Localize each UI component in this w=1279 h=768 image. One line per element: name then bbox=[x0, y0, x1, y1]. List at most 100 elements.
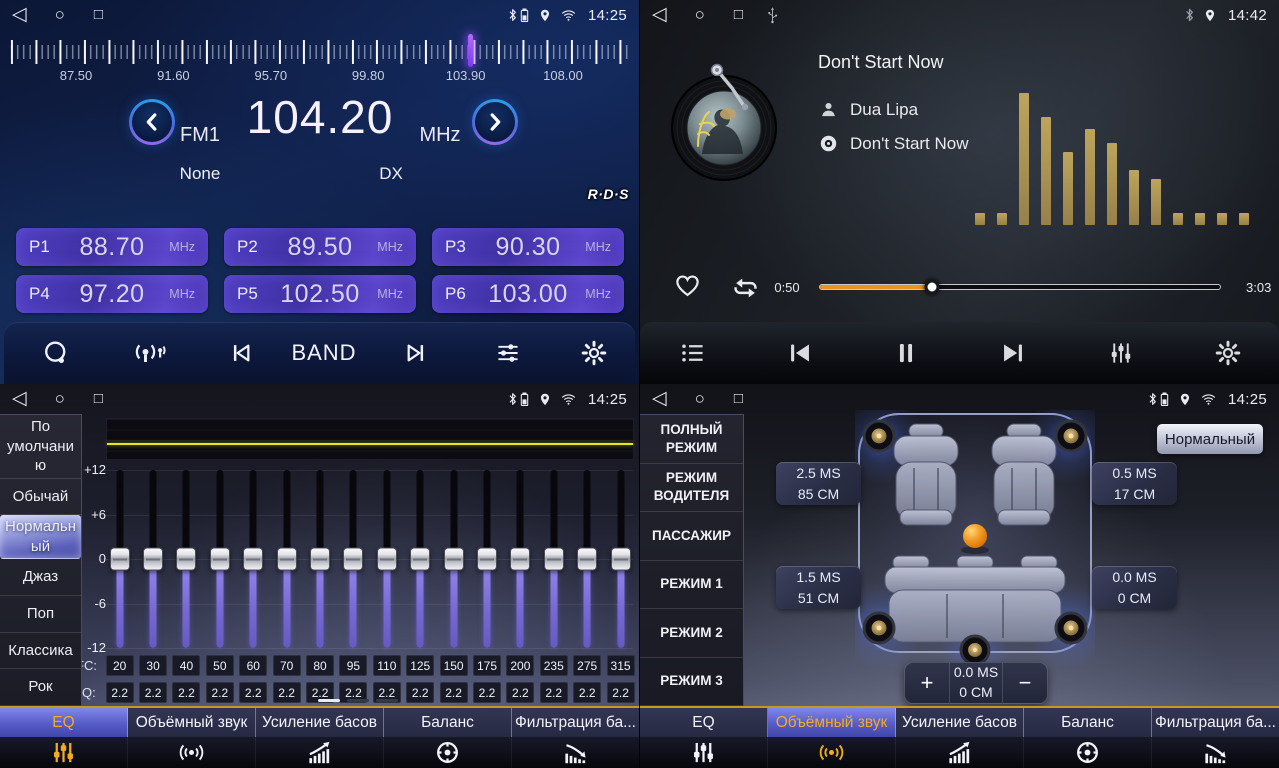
nav-home-icon[interactable]: ○ bbox=[55, 0, 65, 30]
eq-band-slider-5[interactable] bbox=[277, 470, 297, 648]
q-value-box[interactable]: 2.2 bbox=[406, 682, 434, 703]
scan-button[interactable] bbox=[43, 340, 70, 367]
eq-slider-knob[interactable] bbox=[176, 548, 196, 571]
fc-value-box[interactable]: 30 bbox=[139, 655, 167, 676]
eq-band-slider-15[interactable] bbox=[611, 470, 631, 648]
q-value-box[interactable]: 2.2 bbox=[607, 682, 635, 703]
bass-boost-icon[interactable] bbox=[256, 737, 384, 768]
tab-filter[interactable]: Фильтрация ба... bbox=[512, 708, 639, 737]
nav-back-icon[interactable]: ◁ bbox=[12, 384, 27, 414]
eq-preset-item-5[interactable]: Классика bbox=[0, 633, 81, 670]
eq-slider-knob[interactable] bbox=[277, 548, 297, 571]
eq-band-slider-8[interactable] bbox=[377, 470, 397, 648]
q-value-box[interactable]: 2.2 bbox=[506, 682, 534, 703]
eq-slider-knob[interactable] bbox=[410, 548, 430, 571]
nav-back-icon[interactable]: ◁ bbox=[12, 0, 27, 30]
nav-back-icon[interactable]: ◁ bbox=[652, 384, 667, 414]
previous-button[interactable] bbox=[228, 340, 255, 367]
sound-preset-button[interactable]: Нормальный bbox=[1157, 424, 1263, 454]
equalizer-button[interactable] bbox=[1108, 340, 1135, 367]
nav-home-icon[interactable]: ○ bbox=[695, 0, 705, 30]
tuner-indicator[interactable] bbox=[468, 34, 473, 67]
eq-preset-item-6[interactable]: Рок bbox=[0, 669, 81, 706]
eq-band-slider-12[interactable] bbox=[510, 470, 530, 648]
page-indicator-dot[interactable] bbox=[318, 699, 340, 702]
preset-button-p4[interactable]: P497.20MHz bbox=[16, 275, 208, 313]
q-value-box[interactable]: 2.2 bbox=[573, 682, 601, 703]
fc-value-box[interactable]: 95 bbox=[339, 655, 367, 676]
preset-button-p6[interactable]: P6103.00MHz bbox=[432, 275, 624, 313]
eq-slider-knob[interactable] bbox=[110, 548, 130, 571]
next-track-button[interactable] bbox=[999, 339, 1028, 368]
tab-balance[interactable]: Баланс bbox=[1024, 708, 1152, 737]
eq-band-slider-9[interactable] bbox=[410, 470, 430, 648]
preset-button-p5[interactable]: P5102.50MHz bbox=[224, 275, 416, 313]
nav-recents-icon[interactable]: □ bbox=[94, 0, 103, 30]
eq-slider-knob[interactable] bbox=[577, 548, 597, 571]
seek-up-button[interactable] bbox=[472, 99, 518, 145]
eq-sliders-icon[interactable] bbox=[0, 737, 128, 768]
fc-value-box[interactable]: 235 bbox=[540, 655, 568, 676]
tab-eq-sliders[interactable]: EQ bbox=[0, 708, 128, 737]
fc-value-box[interactable]: 70 bbox=[273, 655, 301, 676]
listening-position-marker[interactable] bbox=[963, 524, 987, 548]
fc-value-box[interactable]: 175 bbox=[473, 655, 501, 676]
eq-slider-knob[interactable] bbox=[444, 548, 464, 571]
eq-preset-item-4[interactable]: Поп bbox=[0, 596, 81, 633]
nav-home-icon[interactable]: ○ bbox=[695, 384, 705, 414]
page-indicator-dot[interactable] bbox=[347, 699, 369, 702]
q-value-box[interactable]: 2.2 bbox=[473, 682, 501, 703]
tab-bass-boost[interactable]: Усиление басов bbox=[256, 708, 384, 737]
eq-slider-knob[interactable] bbox=[310, 548, 330, 571]
eq-slider-knob[interactable] bbox=[544, 548, 564, 571]
fc-value-box[interactable]: 40 bbox=[172, 655, 200, 676]
eq-band-slider-11[interactable] bbox=[477, 470, 497, 648]
eq-sliders-icon[interactable] bbox=[640, 737, 768, 768]
eq-band-slider-1[interactable] bbox=[143, 470, 163, 648]
fc-value-box[interactable]: 200 bbox=[506, 655, 534, 676]
favorite-button[interactable] bbox=[673, 271, 702, 300]
listening-mode-item-0[interactable]: ПОЛНЫЙ РЕЖИМ bbox=[640, 415, 743, 464]
preset-button-p2[interactable]: P289.50MHz bbox=[224, 228, 416, 266]
nav-back-icon[interactable]: ◁ bbox=[652, 0, 667, 30]
tab-eq-sliders[interactable]: EQ bbox=[640, 708, 768, 737]
surround-sound-icon[interactable] bbox=[128, 737, 256, 768]
surround-sound-icon[interactable] bbox=[768, 737, 896, 768]
playlist-button[interactable] bbox=[680, 340, 707, 367]
delay-front-left[interactable]: 2.5 MS 85 CM bbox=[776, 462, 861, 505]
progress-bar[interactable] bbox=[819, 284, 1221, 290]
eq-band-slider-2[interactable] bbox=[176, 470, 196, 648]
q-value-box[interactable]: 2.2 bbox=[106, 682, 134, 703]
q-value-box[interactable]: 2.2 bbox=[273, 682, 301, 703]
eq-band-slider-10[interactable] bbox=[444, 470, 464, 648]
broadcast-button[interactable] bbox=[133, 340, 167, 367]
eq-slider-knob[interactable] bbox=[210, 548, 230, 571]
q-value-box[interactable]: 2.2 bbox=[139, 682, 167, 703]
nav-recents-icon[interactable]: □ bbox=[94, 384, 103, 414]
eq-preset-item-2[interactable]: Нормальный bbox=[0, 515, 81, 559]
page-indicator-dot[interactable] bbox=[376, 699, 398, 702]
fc-value-box[interactable]: 150 bbox=[440, 655, 468, 676]
listening-mode-item-4[interactable]: РЕЖИМ 2 bbox=[640, 609, 743, 658]
tab-surround-sound[interactable]: Объёмный звук bbox=[768, 708, 896, 737]
tab-balance[interactable]: Баланс bbox=[384, 708, 512, 737]
q-value-box[interactable]: 2.2 bbox=[540, 682, 568, 703]
balance-icon[interactable] bbox=[384, 737, 512, 768]
progress-knob[interactable] bbox=[925, 280, 940, 295]
balance-icon[interactable] bbox=[1024, 737, 1152, 768]
listening-mode-item-2[interactable]: ПАССАЖИР bbox=[640, 512, 743, 561]
filter-icon[interactable] bbox=[512, 737, 639, 768]
album-art[interactable] bbox=[658, 56, 790, 188]
fc-value-box[interactable]: 275 bbox=[573, 655, 601, 676]
delay-front-right[interactable]: 0.5 MS 17 CM bbox=[1092, 462, 1177, 505]
eq-band-slider-6[interactable] bbox=[310, 470, 330, 648]
q-value-box[interactable]: 2.2 bbox=[206, 682, 234, 703]
eq-band-slider-3[interactable] bbox=[210, 470, 230, 648]
fc-value-box[interactable]: 80 bbox=[306, 655, 334, 676]
eq-slider-knob[interactable] bbox=[510, 548, 530, 571]
q-value-box[interactable]: 2.2 bbox=[239, 682, 267, 703]
eq-preset-item-0[interactable]: По умолчанию bbox=[0, 415, 81, 479]
fc-value-box[interactable]: 315 bbox=[607, 655, 635, 676]
eq-band-slider-14[interactable] bbox=[577, 470, 597, 648]
filter-icon[interactable] bbox=[1152, 737, 1279, 768]
